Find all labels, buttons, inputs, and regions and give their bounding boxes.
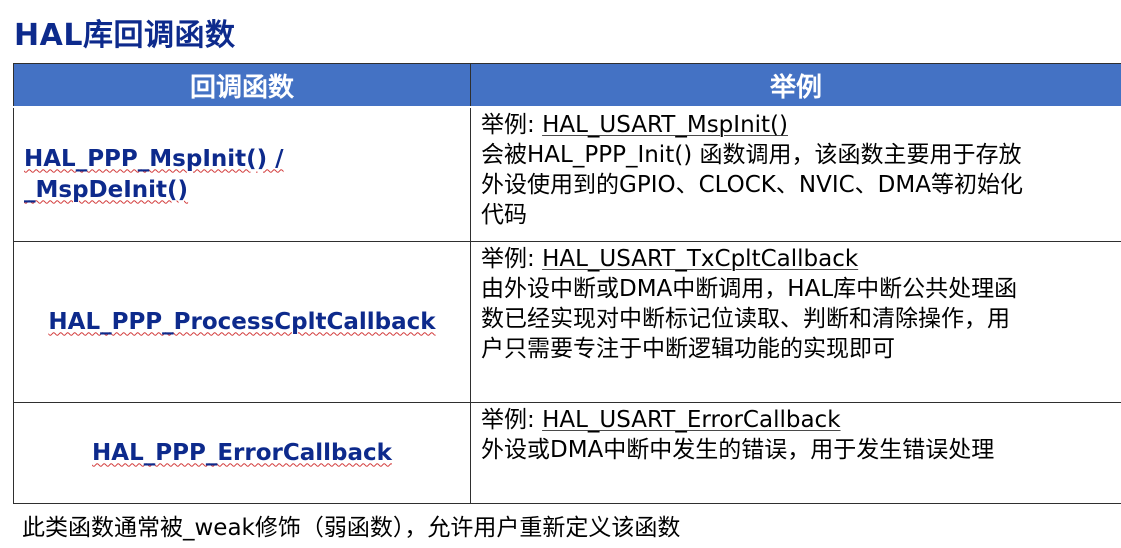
- function-name-cell: HAL_PPP_ProcessCpltCallback: [13, 241, 471, 403]
- function-name-line: HAL_PPP_MspInit() /: [24, 145, 284, 172]
- callback-table: 回调函数 举例 HAL_PPP_MspInit() / _MspDeInit()…: [13, 63, 1121, 504]
- function-name-line: HAL_PPP_ErrorCallback: [92, 439, 392, 466]
- example-cell: 举例: HAL_USART_MspInit() 会被HAL_PPP_Init()…: [470, 106, 1121, 242]
- example-line: 举例: HAL_USART_TxCpltCallback: [481, 244, 1113, 274]
- example-line: 举例: HAL_USART_MspInit(): [481, 110, 1113, 140]
- description-line: 数已经实现对中断标记位读取、判断和清除操作，用: [481, 306, 1010, 332]
- function-name-line: HAL_PPP_ProcessCpltCallback: [48, 308, 436, 335]
- description-line: 由外设中断或DMA中断调用，HAL库中断公共处理函: [481, 276, 1018, 302]
- example-cell: 举例: HAL_USART_ErrorCallback 外设或DMA中断中发生的…: [470, 402, 1121, 504]
- table-row: HAL_PPP_ErrorCallback 举例: HAL_USART_Erro…: [13, 402, 1121, 504]
- description-line: 户只需要专注于中断逻辑功能的实现即可: [481, 336, 895, 362]
- example-cell: 举例: HAL_USART_TxCpltCallback 由外设中断或DMA中断…: [470, 241, 1121, 403]
- function-name-cell: HAL_PPP_MspInit() / _MspDeInit(): [13, 106, 471, 242]
- column-header-callback: 回调函数: [13, 63, 471, 108]
- footer-note: 此类函数通常被_weak修饰（弱函数），允许用户重新定义该函数: [22, 515, 681, 541]
- example-line: 举例: HAL_USART_ErrorCallback: [481, 405, 1113, 435]
- description-line: 外设使用到的GPIO、CLOCK、NVIC、DMA等初始化: [481, 172, 1023, 198]
- example-function-name: HAL_USART_TxCpltCallback: [542, 246, 859, 272]
- description-line: 代码: [481, 202, 527, 228]
- function-name-line: _MspDeInit(): [24, 176, 189, 203]
- example-prefix: 举例:: [481, 407, 543, 433]
- function-name-cell: HAL_PPP_ErrorCallback: [13, 402, 471, 504]
- example-function-name: HAL_USART_MspInit(): [542, 112, 788, 138]
- example-function-name: HAL_USART_ErrorCallback: [542, 407, 841, 433]
- table-header-row: 回调函数 举例: [13, 63, 1121, 108]
- example-prefix: 举例:: [481, 112, 543, 138]
- page-title: HAL库回调函数: [14, 18, 236, 53]
- column-header-example: 举例: [470, 63, 1121, 108]
- description-line: 会被HAL_PPP_Init() 函数调用，该函数主要用于存放: [481, 142, 1022, 168]
- description-line: 外设或DMA中断中发生的错误，用于发生错误处理: [481, 437, 995, 463]
- table-row: HAL_PPP_ProcessCpltCallback 举例: HAL_USAR…: [13, 241, 1121, 403]
- table-row: HAL_PPP_MspInit() / _MspDeInit() 举例: HAL…: [13, 106, 1121, 242]
- example-prefix: 举例:: [481, 246, 543, 272]
